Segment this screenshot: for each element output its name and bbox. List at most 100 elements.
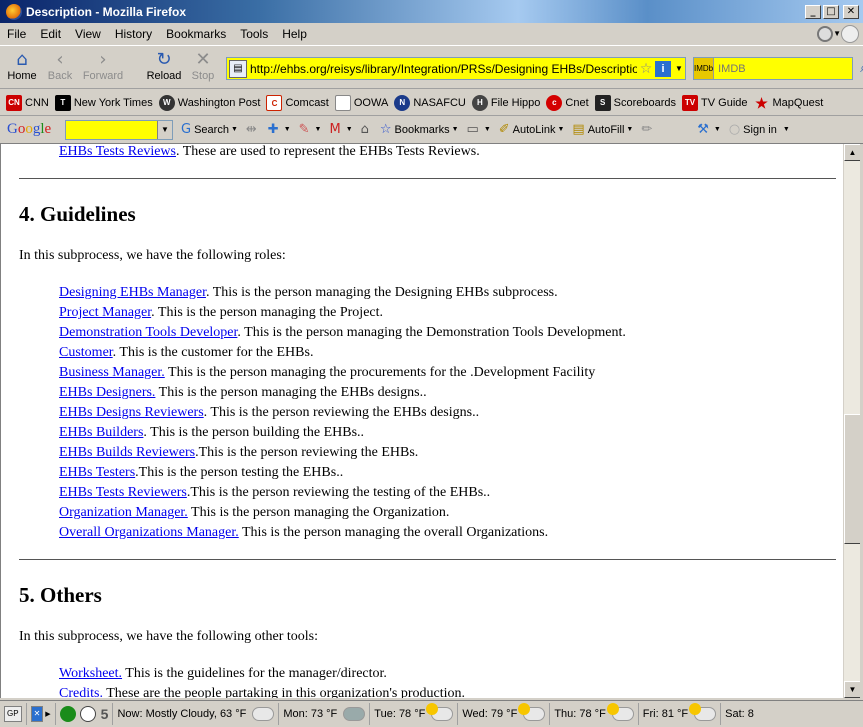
google-search-button[interactable]: G Search ▼	[181, 122, 238, 137]
weather-fri-text: Fri: 81 °F	[642, 708, 689, 720]
weather-sat[interactable]: Sat: 8	[721, 703, 758, 725]
scroll-down-button[interactable]: ▼	[844, 681, 861, 698]
bookmark-filehippo[interactable]: H File Hippo	[471, 94, 541, 111]
list-item: Organization Manager. This is the person…	[59, 505, 449, 521]
share-icon: ✎	[298, 122, 310, 137]
bookmark-oowa[interactable]: OOWA	[334, 94, 388, 111]
bookmark-cnn[interactable]: CN CNN	[6, 94, 49, 111]
google-autofill-button[interactable]: ▤ AutoFill ▼	[572, 122, 633, 137]
link-ehbs-builders[interactable]: EHBs Builders	[59, 425, 143, 440]
menu-bookmarks[interactable]: Bookmarks	[159, 27, 233, 41]
google-signin-button[interactable]: ○ Sign in ▼	[729, 122, 790, 137]
search-input[interactable]	[714, 62, 861, 75]
google-popup-button[interactable]: ▭ ▼	[467, 122, 491, 137]
google-highlight-button[interactable]: ✏	[641, 122, 655, 137]
section-intro: In this subprocess, we have the followin…	[19, 248, 286, 263]
minimize-button[interactable]: _	[805, 4, 821, 19]
link-customer[interactable]: Customer	[59, 345, 113, 360]
bookmark-scoreboards[interactable]: S Scoreboards	[594, 94, 676, 111]
scroll-up-button[interactable]: ▲	[844, 144, 861, 161]
weather-tue[interactable]: Tue: 78 °F	[370, 703, 459, 725]
forward-button[interactable]: › Forward	[81, 50, 125, 83]
chevron-down-icon[interactable]: ▼	[157, 120, 172, 139]
google-settings-button[interactable]: ⚒ ▼	[697, 122, 721, 137]
weather-now[interactable]: Now: Mostly Cloudy, 63 °F	[113, 703, 280, 725]
reload-label: Reload	[146, 70, 182, 82]
google-autolink-button[interactable]: ✐ AutoLink ▼	[499, 122, 565, 137]
link-organization-manager[interactable]: Organization Manager.	[59, 505, 188, 520]
bookmark-star-icon[interactable]: ☆	[637, 61, 655, 77]
google-g-icon: G	[181, 122, 192, 137]
status-icons[interactable]: 5	[56, 703, 114, 725]
bookmark-cnet[interactable]: c Cnet	[546, 94, 589, 111]
reload-button[interactable]: ↻ Reload	[142, 50, 186, 83]
stop-button[interactable]: ✕ Stop	[181, 50, 225, 83]
bookmark-wapo[interactable]: W Washington Post	[158, 94, 260, 111]
vertical-scrollbar[interactable]: ▲ ▼	[843, 144, 861, 698]
menu-view[interactable]: View	[68, 27, 108, 41]
weather-wed[interactable]: Wed: 79 °F	[458, 703, 551, 725]
weather-mon[interactable]: Mon: 73 °F	[279, 703, 371, 725]
google-sidewiki-button[interactable]: ⌂	[361, 122, 372, 137]
menu-tools[interactable]: Tools	[233, 27, 275, 41]
close-button[interactable]: ✕	[843, 4, 859, 19]
weather-fri[interactable]: Fri: 81 °F	[639, 703, 722, 725]
cloud-icon	[252, 707, 275, 721]
link-ehbs-designs-reviewers[interactable]: EHBs Designs Reviewers	[59, 405, 204, 420]
bookmark-nasafcu[interactable]: N NASAFCU	[394, 94, 466, 111]
link-designing-ehbs-manager[interactable]: Designing EHBs Manager	[59, 285, 206, 300]
google-plus-button[interactable]: ✚ ▼	[268, 122, 291, 137]
imdb-engine-icon[interactable]: IMDb	[694, 58, 715, 79]
autolink-label: AutoLink	[512, 123, 556, 136]
info-icon[interactable]: i	[655, 60, 671, 77]
google-search-input[interactable]: ▼	[65, 119, 173, 140]
link-project-manager[interactable]: Project Manager	[59, 305, 151, 320]
weather-sat-text: Sat: 8	[725, 708, 754, 720]
partly-sunny-icon	[689, 703, 717, 721]
tvguide-icon: TV	[682, 94, 699, 111]
link-ehbs-tests-reviewers[interactable]: EHBs Tests Reviewers	[59, 485, 187, 500]
addon-button[interactable]: ✕ ▶	[27, 703, 56, 725]
menu-help[interactable]: Help	[275, 27, 314, 41]
link-ehbs-testers[interactable]: EHBs Testers	[59, 465, 135, 480]
list-item: EHBs Tests Reviews. These are used to re…	[59, 144, 480, 160]
scroll-thumb[interactable]	[844, 414, 861, 544]
gmail-button[interactable]: M ▼	[329, 122, 352, 137]
link-business-manager[interactable]: Business Manager.	[59, 365, 165, 380]
bookmark-label: File Hippo	[490, 96, 541, 109]
site-favicon-icon: ▤	[229, 59, 247, 78]
weather-thu[interactable]: Thu: 78 °F	[550, 703, 639, 725]
gp-indicator[interactable]: GP	[0, 703, 27, 725]
search-bar[interactable]: IMDb ⌕	[693, 57, 863, 80]
address-bar[interactable]: ▤ http://ehbs.org/reisys/library/Integra…	[226, 57, 686, 80]
home-label: Home	[7, 70, 37, 82]
menu-history[interactable]: History	[108, 27, 159, 41]
bookmark-nyt[interactable]: T New York Times	[54, 94, 153, 111]
bookmark-comcast[interactable]: C Comcast	[266, 94, 329, 111]
link-demonstration-tools-developer[interactable]: Demonstration Tools Developer	[59, 325, 237, 340]
link-ehbs-designers[interactable]: EHBs Designers.	[59, 385, 155, 400]
bookmark-tvguide[interactable]: TV TV Guide	[682, 94, 748, 111]
link-ehbs-tests-reviews[interactable]: EHBs Tests Reviews	[59, 144, 176, 159]
link-worksheet[interactable]: Worksheet.	[59, 666, 122, 681]
user-icon: ○	[728, 122, 741, 137]
activity-indicator-icon[interactable]	[817, 26, 833, 42]
bookmark-label: New York Times	[73, 96, 153, 109]
back-button[interactable]: ‹ Back	[38, 50, 82, 83]
google-share-button[interactable]: ✎ ▼	[299, 122, 322, 137]
list-item: EHBs Testers.This is the person testing …	[59, 465, 343, 481]
url-text[interactable]: http://ehbs.org/reisys/library/Integrati…	[250, 62, 637, 76]
link-ehbs-builds-reviewers[interactable]: EHBs Builds Reviewers	[59, 445, 195, 460]
mapquest-icon: ★	[755, 94, 768, 111]
nasafcu-icon: N	[394, 94, 411, 111]
bookmark-mapquest[interactable]: ★ MapQuest	[754, 94, 823, 111]
maximize-button[interactable]: □	[823, 4, 839, 19]
link-overall-organizations-manager[interactable]: Overall Organizations Manager.	[59, 525, 239, 540]
chevron-down-icon[interactable]: ▼	[833, 29, 841, 38]
list-item: EHBs Designers. This is the person manag…	[59, 385, 427, 401]
history-dropdown-icon[interactable]: ▼	[673, 64, 685, 73]
menu-file[interactable]: File	[0, 27, 33, 41]
menu-edit[interactable]: Edit	[33, 27, 68, 41]
link-credits[interactable]: Credits.	[59, 686, 103, 698]
google-bookmarks-button[interactable]: ☆ Bookmarks ▼	[380, 122, 459, 137]
